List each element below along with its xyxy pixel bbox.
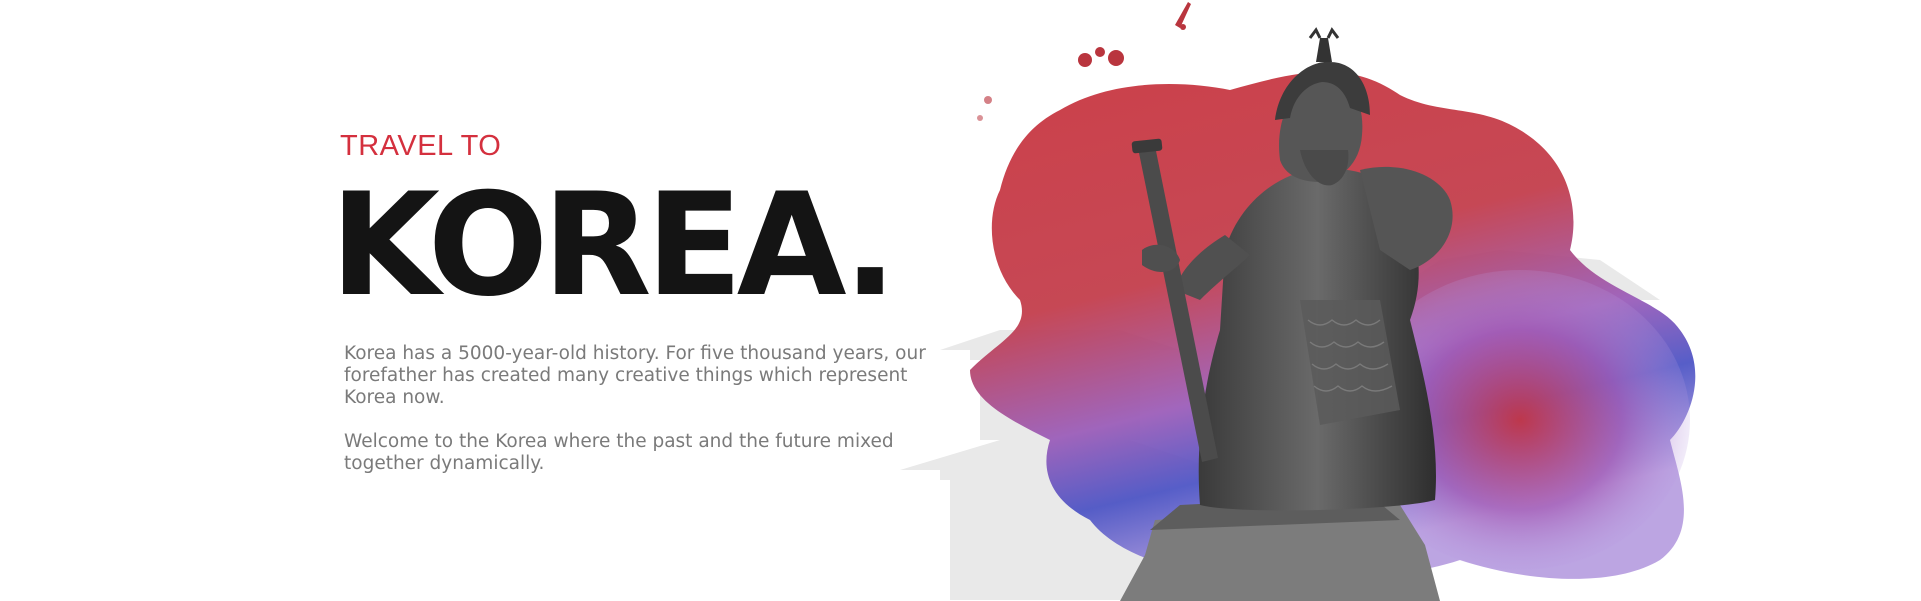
hero-description: Korea has a 5000-year-old history. For f… [344,343,944,475]
hero-paragraph-history: Korea has a 5000-year-old history. For f… [344,343,926,408]
hero-headline: KOREA. [330,163,897,328]
hero-banner: TRAVEL TO KOREA. Korea has a 5000-year-o… [0,0,1921,601]
hero-eyebrow: TRAVEL TO [340,130,502,162]
hero-illustration [880,0,1921,601]
hero-text: TRAVEL TO KOREA. Korea has a 5000-year-o… [330,130,940,497]
statue-illustration [900,2,1696,601]
hero-paragraph-welcome: Welcome to the Korea where the past and … [344,431,894,474]
